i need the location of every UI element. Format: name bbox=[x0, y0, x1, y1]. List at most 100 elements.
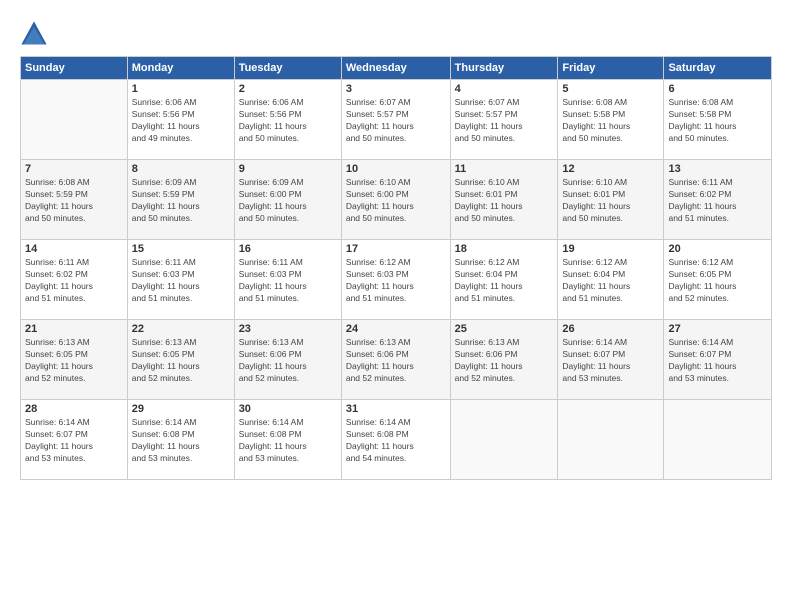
week-row-1: 1 Sunrise: 6:06 AMSunset: 5:56 PMDaylight… bbox=[21, 80, 772, 160]
calendar-body: 1 Sunrise: 6:06 AMSunset: 5:56 PMDaylight… bbox=[21, 80, 772, 480]
calendar-cell: 5 Sunrise: 6:08 AMSunset: 5:58 PMDaylight… bbox=[558, 80, 664, 160]
calendar-cell: 15Sunrise: 6:11 AMSunset: 6:03 PMDayligh… bbox=[127, 240, 234, 320]
day-number: 6 bbox=[668, 83, 767, 95]
calendar-cell: 6 Sunrise: 6:08 AMSunset: 5:58 PMDaylight… bbox=[664, 80, 772, 160]
day-detail: Sunrise: 6:11 AMSunset: 6:02 PMDaylight:… bbox=[668, 177, 767, 225]
day-detail: Sunrise: 6:12 AMSunset: 6:03 PMDaylight:… bbox=[346, 257, 446, 305]
day-detail: Sunrise: 6:12 AMSunset: 6:05 PMDaylight:… bbox=[668, 257, 767, 305]
day-number: 16 bbox=[239, 243, 337, 255]
day-detail: Sunrise: 6:11 AMSunset: 6:02 PMDaylight:… bbox=[25, 257, 123, 305]
day-number: 18 bbox=[455, 243, 554, 255]
calendar-cell: 28 Sunrise: 6:14 AMSunset: 6:07 PMDayligh… bbox=[21, 400, 128, 480]
calendar-cell bbox=[21, 80, 128, 160]
day-number: 2 bbox=[239, 83, 337, 95]
day-number: 20 bbox=[668, 243, 767, 255]
calendar-cell: 19 Sunrise: 6:12 AMSunset: 6:04 PMDayligh… bbox=[558, 240, 664, 320]
day-number: 25 bbox=[455, 323, 554, 335]
header-day-sunday: Sunday bbox=[21, 57, 128, 80]
header-day-tuesday: Tuesday bbox=[234, 57, 341, 80]
day-detail: Sunrise: 6:14 AMSunset: 6:07 PMDaylight:… bbox=[25, 417, 123, 465]
calendar-cell bbox=[558, 400, 664, 480]
calendar-cell: 23Sunrise: 6:13 AMSunset: 6:06 PMDayligh… bbox=[234, 320, 341, 400]
day-number: 13 bbox=[668, 163, 767, 175]
day-detail: Sunrise: 6:11 AMSunset: 6:03 PMDaylight:… bbox=[239, 257, 337, 305]
header-day-wednesday: Wednesday bbox=[341, 57, 450, 80]
day-number: 3 bbox=[346, 83, 446, 95]
calendar-cell: 7 Sunrise: 6:08 AMSunset: 5:59 PMDaylight… bbox=[21, 160, 128, 240]
calendar-cell: 25 Sunrise: 6:13 AMSunset: 6:06 PMDayligh… bbox=[450, 320, 558, 400]
day-number: 7 bbox=[25, 163, 123, 175]
day-detail: Sunrise: 6:07 AMSunset: 5:57 PMDaylight:… bbox=[455, 97, 554, 145]
week-row-5: 28 Sunrise: 6:14 AMSunset: 6:07 PMDayligh… bbox=[21, 400, 772, 480]
calendar-cell: 14 Sunrise: 6:11 AMSunset: 6:02 PMDayligh… bbox=[21, 240, 128, 320]
day-number: 17 bbox=[346, 243, 446, 255]
day-detail: Sunrise: 6:13 AMSunset: 6:05 PMDaylight:… bbox=[25, 337, 123, 385]
day-detail: Sunrise: 6:13 AMSunset: 6:06 PMDaylight:… bbox=[455, 337, 554, 385]
day-detail: Sunrise: 6:14 AMSunset: 6:07 PMDaylight:… bbox=[668, 337, 767, 385]
week-row-2: 7 Sunrise: 6:08 AMSunset: 5:59 PMDaylight… bbox=[21, 160, 772, 240]
day-number: 21 bbox=[25, 323, 123, 335]
day-detail: Sunrise: 6:08 AMSunset: 5:59 PMDaylight:… bbox=[25, 177, 123, 225]
week-row-4: 21 Sunrise: 6:13 AMSunset: 6:05 PMDayligh… bbox=[21, 320, 772, 400]
day-number: 14 bbox=[25, 243, 123, 255]
calendar-table: SundayMondayTuesdayWednesdayThursdayFrid… bbox=[20, 56, 772, 480]
day-detail: Sunrise: 6:06 AMSunset: 5:56 PMDaylight:… bbox=[132, 97, 230, 145]
calendar-cell: 13 Sunrise: 6:11 AMSunset: 6:02 PMDayligh… bbox=[664, 160, 772, 240]
logo-icon bbox=[20, 20, 48, 48]
day-detail: Sunrise: 6:14 AMSunset: 6:07 PMDaylight:… bbox=[562, 337, 659, 385]
day-number: 22 bbox=[132, 323, 230, 335]
day-number: 24 bbox=[346, 323, 446, 335]
calendar-header-row: SundayMondayTuesdayWednesdayThursdayFrid… bbox=[21, 57, 772, 80]
day-detail: Sunrise: 6:14 AMSunset: 6:08 PMDaylight:… bbox=[132, 417, 230, 465]
header bbox=[20, 16, 772, 48]
day-number: 23 bbox=[239, 323, 337, 335]
day-detail: Sunrise: 6:08 AMSunset: 5:58 PMDaylight:… bbox=[562, 97, 659, 145]
calendar-cell: 24 Sunrise: 6:13 AMSunset: 6:06 PMDayligh… bbox=[341, 320, 450, 400]
day-detail: Sunrise: 6:11 AMSunset: 6:03 PMDaylight:… bbox=[132, 257, 230, 305]
day-number: 8 bbox=[132, 163, 230, 175]
week-row-3: 14 Sunrise: 6:11 AMSunset: 6:02 PMDayligh… bbox=[21, 240, 772, 320]
calendar-cell: 4 Sunrise: 6:07 AMSunset: 5:57 PMDaylight… bbox=[450, 80, 558, 160]
calendar-cell: 26 Sunrise: 6:14 AMSunset: 6:07 PMDayligh… bbox=[558, 320, 664, 400]
day-number: 28 bbox=[25, 403, 123, 415]
calendar-cell: 27 Sunrise: 6:14 AMSunset: 6:07 PMDayligh… bbox=[664, 320, 772, 400]
day-number: 12 bbox=[562, 163, 659, 175]
header-day-saturday: Saturday bbox=[664, 57, 772, 80]
calendar-cell: 20 Sunrise: 6:12 AMSunset: 6:05 PMDayligh… bbox=[664, 240, 772, 320]
calendar-cell: 9 Sunrise: 6:09 AMSunset: 6:00 PMDaylight… bbox=[234, 160, 341, 240]
day-number: 9 bbox=[239, 163, 337, 175]
day-number: 26 bbox=[562, 323, 659, 335]
calendar-cell: 12 Sunrise: 6:10 AMSunset: 6:01 PMDayligh… bbox=[558, 160, 664, 240]
day-detail: Sunrise: 6:14 AMSunset: 6:08 PMDaylight:… bbox=[346, 417, 446, 465]
calendar-cell: 31 Sunrise: 6:14 AMSunset: 6:08 PMDayligh… bbox=[341, 400, 450, 480]
day-detail: Sunrise: 6:10 AMSunset: 6:01 PMDaylight:… bbox=[562, 177, 659, 225]
day-detail: Sunrise: 6:10 AMSunset: 6:00 PMDaylight:… bbox=[346, 177, 446, 225]
day-detail: Sunrise: 6:13 AMSunset: 6:06 PMDaylight:… bbox=[346, 337, 446, 385]
day-number: 19 bbox=[562, 243, 659, 255]
day-number: 10 bbox=[346, 163, 446, 175]
logo bbox=[20, 20, 50, 48]
day-detail: Sunrise: 6:14 AMSunset: 6:08 PMDaylight:… bbox=[239, 417, 337, 465]
day-detail: Sunrise: 6:08 AMSunset: 5:58 PMDaylight:… bbox=[668, 97, 767, 145]
day-detail: Sunrise: 6:12 AMSunset: 6:04 PMDaylight:… bbox=[455, 257, 554, 305]
calendar-cell: 22 Sunrise: 6:13 AMSunset: 6:05 PMDayligh… bbox=[127, 320, 234, 400]
calendar-cell: 1 Sunrise: 6:06 AMSunset: 5:56 PMDaylight… bbox=[127, 80, 234, 160]
day-number: 4 bbox=[455, 83, 554, 95]
day-number: 30 bbox=[239, 403, 337, 415]
day-number: 11 bbox=[455, 163, 554, 175]
day-detail: Sunrise: 6:13 AMSunset: 6:05 PMDaylight:… bbox=[132, 337, 230, 385]
day-number: 27 bbox=[668, 323, 767, 335]
day-number: 5 bbox=[562, 83, 659, 95]
calendar-cell: 30 Sunrise: 6:14 AMSunset: 6:08 PMDayligh… bbox=[234, 400, 341, 480]
day-number: 1 bbox=[132, 83, 230, 95]
calendar-cell: 10 Sunrise: 6:10 AMSunset: 6:00 PMDayligh… bbox=[341, 160, 450, 240]
day-detail: Sunrise: 6:12 AMSunset: 6:04 PMDaylight:… bbox=[562, 257, 659, 305]
day-number: 31 bbox=[346, 403, 446, 415]
calendar-cell: 18 Sunrise: 6:12 AMSunset: 6:04 PMDayligh… bbox=[450, 240, 558, 320]
calendar-cell: 29Sunrise: 6:14 AMSunset: 6:08 PMDayligh… bbox=[127, 400, 234, 480]
day-detail: Sunrise: 6:09 AMSunset: 6:00 PMDaylight:… bbox=[239, 177, 337, 225]
header-day-monday: Monday bbox=[127, 57, 234, 80]
calendar-cell: 21 Sunrise: 6:13 AMSunset: 6:05 PMDayligh… bbox=[21, 320, 128, 400]
calendar-cell: 16 Sunrise: 6:11 AMSunset: 6:03 PMDayligh… bbox=[234, 240, 341, 320]
page: SundayMondayTuesdayWednesdayThursdayFrid… bbox=[0, 0, 792, 612]
